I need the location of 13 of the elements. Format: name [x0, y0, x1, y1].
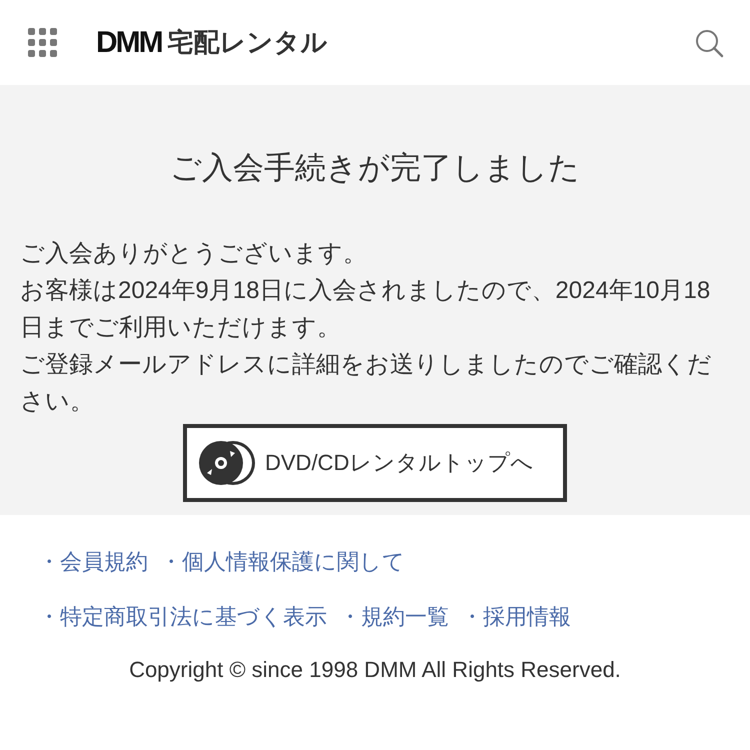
- copyright-text: Copyright © since 1998 DMM All Rights Reserved.: [128, 657, 622, 683]
- footer-link[interactable]: ・採用情報: [461, 602, 571, 632]
- message-text: ご登録メールアドレスに詳細をお送りしましたのでご確認ください。: [20, 350, 713, 417]
- footer-link[interactable]: ・特定商取引法に基づく表示: [38, 602, 327, 632]
- logo-mark: DMM: [96, 26, 162, 60]
- message-text: お客様は2024年9月18日に入会されましたので、2024年10月18日までご利用いただけます。: [20, 276, 712, 343]
- footer-link[interactable]: ・個人情報保護に関して: [160, 547, 405, 577]
- message-text: ご入会ありがとうございます。: [20, 239, 368, 269]
- footer-link[interactable]: ・会員規約: [38, 547, 148, 577]
- rental-top-button[interactable]: DVD/CDレンタルトップへ: [183, 424, 567, 502]
- page-title: ご入会手続きが完了しました: [169, 149, 581, 187]
- footer-link[interactable]: ・規約一覧: [339, 602, 449, 632]
- logo-text: 宅配レンタル: [168, 26, 328, 59]
